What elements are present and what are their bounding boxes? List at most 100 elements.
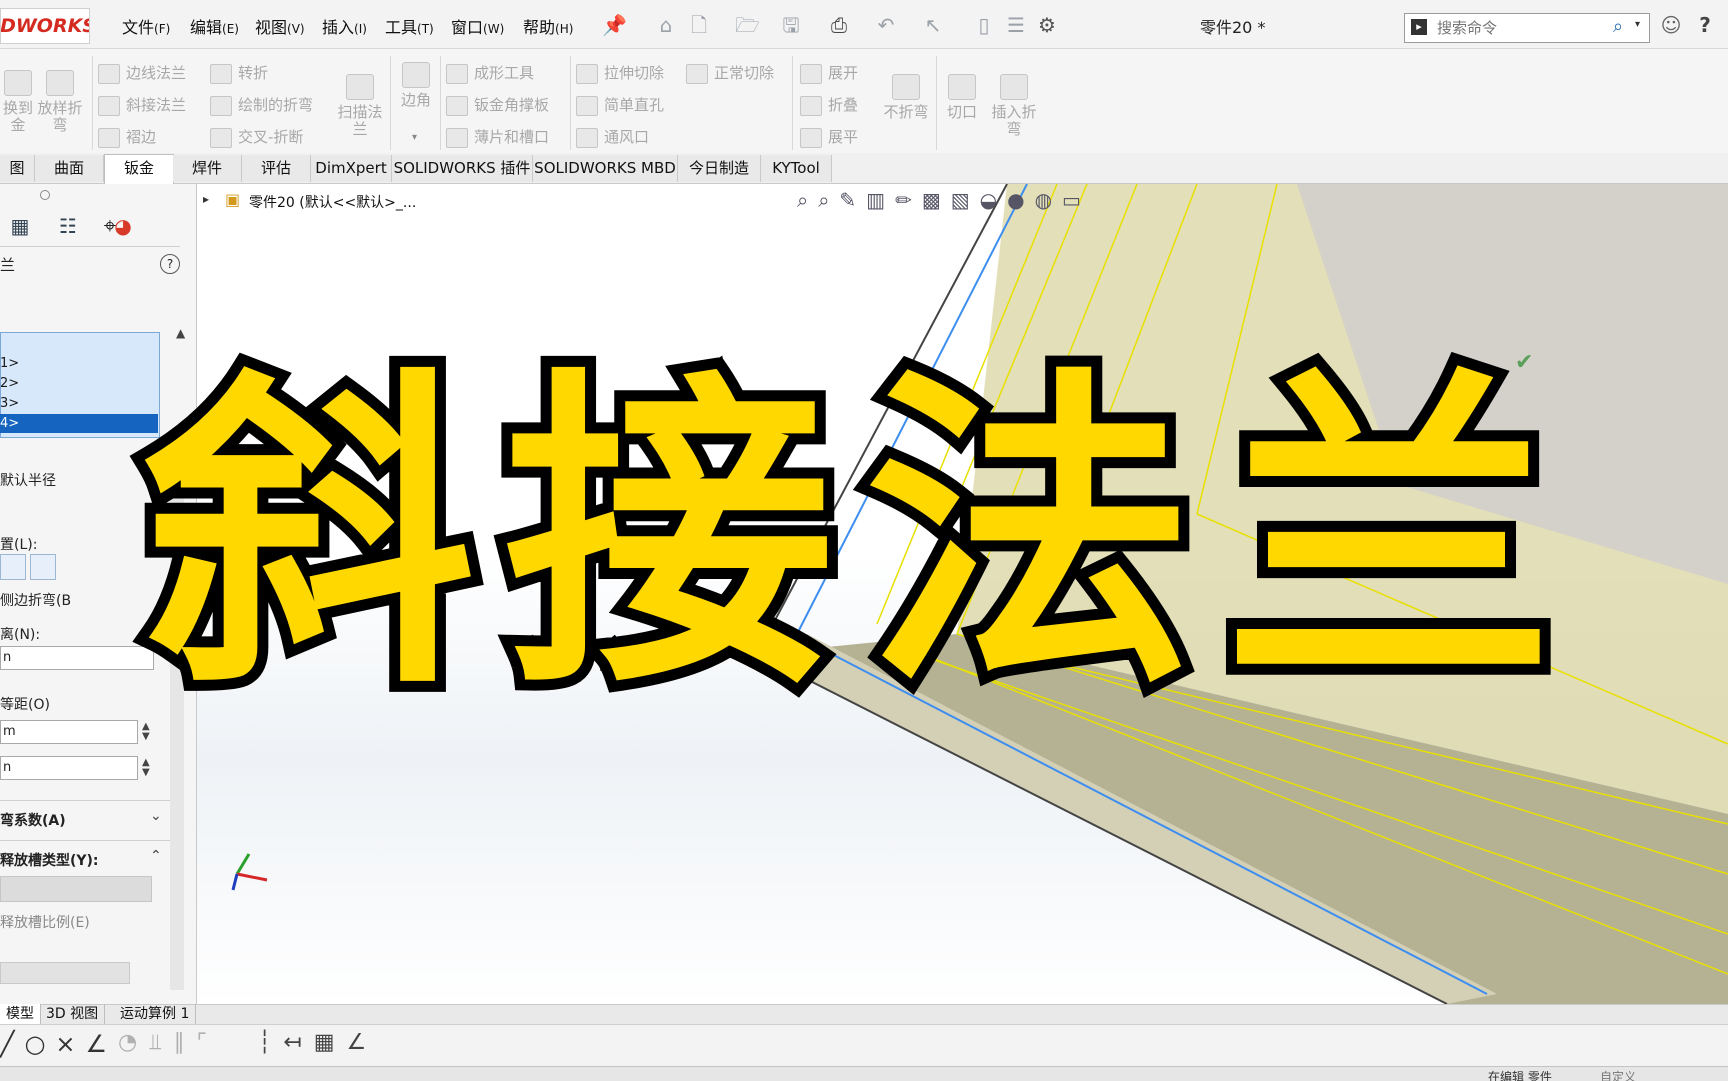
no-bends-button[interactable]: 不折弯 xyxy=(880,74,932,121)
rip-button[interactable]: 切口 xyxy=(942,74,982,121)
cross-break-button[interactable]: 交叉-折断 xyxy=(210,126,303,148)
dimension-icon[interactable]: ┆ xyxy=(258,1030,283,1055)
tab-today-manufacturing[interactable]: 今日制造 xyxy=(678,155,761,182)
tab-solidworks-addins[interactable]: SOLIDWORKS 插件 xyxy=(392,155,533,182)
forming-tool-button[interactable]: 成形工具 xyxy=(446,62,534,84)
unfold-button[interactable]: 展开 xyxy=(800,62,858,84)
print-icon[interactable]: ⎙ xyxy=(828,14,850,36)
zoom-to-fit-icon[interactable]: ⌕ xyxy=(797,188,818,212)
home-icon[interactable]: ⌂ xyxy=(655,14,677,36)
miter-flange-button[interactable]: 斜接法兰 xyxy=(98,94,186,116)
end-offset-field[interactable]: n xyxy=(0,756,138,780)
default-radius-checkbox-label[interactable]: 默认半径 xyxy=(0,470,56,490)
search-icon[interactable]: ⌕ xyxy=(1613,16,1623,37)
tab-motion-study[interactable]: 运动算例 1 xyxy=(114,1004,197,1024)
status-units[interactable]: 自定义 xyxy=(1600,1068,1636,1081)
horizontal-dimension-icon[interactable]: ↤ xyxy=(283,1030,313,1055)
search-box[interactable]: ▸ ⌕ ▾ xyxy=(1404,13,1650,43)
menu-window[interactable]: 窗口(W) xyxy=(451,14,504,38)
start-offset-field[interactable]: m xyxy=(0,720,138,744)
new-document-icon[interactable]: 🗋 xyxy=(688,14,710,36)
spin-stepper-icon[interactable]: ▲ ▼ xyxy=(142,722,150,742)
confirm-checkmark-icon[interactable]: ✔ xyxy=(1515,350,1533,375)
tab-surfaces[interactable]: 曲面 xyxy=(35,155,104,182)
insert-bends-button[interactable]: 插入折弯 xyxy=(986,74,1042,138)
help-icon[interactable]: ? xyxy=(1694,14,1716,36)
tab-solidworks-mbd[interactable]: SOLIDWORKS MBD xyxy=(533,155,678,182)
tab-3d-views[interactable]: 3D 视图 xyxy=(40,1004,106,1024)
appearance-manager-tab-icon[interactable]: ◕ xyxy=(108,214,138,242)
tab-dimxpert[interactable]: DimXpert xyxy=(311,155,392,182)
relief-type-select[interactable] xyxy=(0,876,152,902)
gap-distance-field[interactable]: n xyxy=(0,646,154,670)
help-icon[interactable]: ? xyxy=(160,254,180,274)
dimension-tools[interactable]: ┆↤▦∠ xyxy=(258,1030,378,1055)
tab-weldments[interactable]: 焊件 xyxy=(173,155,242,182)
list-item[interactable]: 2> xyxy=(0,374,158,393)
search-input[interactable] xyxy=(1435,17,1609,39)
feature-tree-root[interactable]: 零件20 (默认<<默认>_... xyxy=(249,192,416,212)
select-cursor-icon[interactable]: ↖ xyxy=(922,14,944,36)
chevron-up-icon[interactable]: ⌃ xyxy=(150,848,162,864)
previous-view-icon[interactable]: ✎ xyxy=(839,188,866,212)
swept-flange-button[interactable]: 扫描法兰 xyxy=(334,74,386,138)
pin-icon[interactable]: 📌 xyxy=(602,14,627,36)
fold-button[interactable]: 折叠 xyxy=(800,94,858,116)
line-icon[interactable]: ╱ xyxy=(0,1030,24,1058)
trim-side-bends-checkbox-label[interactable]: 侧边折弯(B xyxy=(0,590,71,610)
list-item[interactable]: 1> xyxy=(0,354,158,373)
menu-insert[interactable]: 插入(I) xyxy=(322,14,367,38)
rebuild-icon[interactable]: ▯ xyxy=(973,14,995,36)
angle-dimension-icon[interactable]: ∠ xyxy=(346,1030,378,1055)
vent-button[interactable]: 通风口 xyxy=(576,126,649,148)
list-item[interactable]: 3> xyxy=(0,394,158,413)
grid-icon[interactable]: ▦ xyxy=(314,1030,347,1055)
tree-expand-icon[interactable]: ▸ xyxy=(203,192,209,206)
tab-model[interactable]: 模型 xyxy=(0,1004,41,1024)
chevron-down-icon[interactable]: ▾ xyxy=(412,132,417,143)
lofted-bend-button[interactable]: 放样折弯 xyxy=(34,70,86,134)
sketch-tools[interactable]: ╱○⨯∠ xyxy=(0,1030,117,1058)
menu-edit[interactable]: 编辑(E) xyxy=(190,14,239,38)
view-settings-icon[interactable]: ▭ xyxy=(1062,188,1091,212)
material-outside-button[interactable] xyxy=(30,554,56,580)
angle-icon[interactable]: ∠ xyxy=(86,1030,118,1058)
dynamic-annotation-icon[interactable]: ✏ xyxy=(895,188,922,212)
menu-help[interactable]: 帮助(H) xyxy=(523,14,573,38)
zoom-to-area-icon[interactable]: ⌕ xyxy=(818,188,839,212)
normal-cut-button[interactable]: 正常切除 xyxy=(686,62,774,84)
sketched-bend-button[interactable]: 绘制的折弯 xyxy=(210,94,313,116)
simple-hole-button[interactable]: 简单直孔 xyxy=(576,94,664,116)
save-icon[interactable]: 🖫 xyxy=(780,14,802,36)
tab-and-slot-button[interactable]: 薄片和槽口 xyxy=(446,126,549,148)
chevron-down-icon[interactable]: ▾ xyxy=(1635,19,1640,30)
feature-manager-tab-icon[interactable]: ▦ xyxy=(2,214,38,242)
chevron-down-icon[interactable]: ⌄ xyxy=(150,808,162,824)
material-inside-button[interactable] xyxy=(0,554,26,580)
circle-icon[interactable]: ○ xyxy=(24,1030,55,1058)
jog-button[interactable]: 转折 xyxy=(210,62,268,84)
panel-grip-icon[interactable] xyxy=(40,190,50,200)
bend-allowance-group[interactable]: 弯系数(A) xyxy=(0,810,66,830)
user-icon[interactable]: ☺ xyxy=(1660,14,1682,36)
undo-icon[interactable]: ↶ xyxy=(875,14,897,36)
extruded-cut-button[interactable]: 拉伸切除 xyxy=(576,62,664,84)
open-folder-icon[interactable]: 🗁 xyxy=(735,14,760,36)
view-orientation-icon[interactable]: ▩ xyxy=(922,188,951,212)
menu-view[interactable]: 视图(V) xyxy=(255,14,305,38)
list-item-selected[interactable]: 4> xyxy=(0,414,158,433)
tab-features[interactable]: 图 xyxy=(0,155,35,182)
file-properties-icon[interactable]: ☰ xyxy=(1005,14,1027,36)
display-style-icon[interactable]: ▧ xyxy=(951,188,980,212)
menu-file[interactable]: 文件(F) xyxy=(122,14,170,38)
sheet-metal-gusset-button[interactable]: 钣金角撑板 xyxy=(446,94,549,116)
graphics-viewport[interactable]: ▸ ▣ 零件20 (默认<<默认>_... ⌕⌕✎▥✏▩▧◒●◍▭ ✔ ◀ xyxy=(197,184,1728,1004)
menu-tools[interactable]: 工具(T) xyxy=(385,14,434,38)
edge-flange-button[interactable]: 边线法兰 xyxy=(98,62,186,84)
tab-kytool[interactable]: KYTool xyxy=(761,155,832,182)
scroll-up-icon[interactable]: ▲ xyxy=(176,326,185,340)
relief-ratio-field[interactable] xyxy=(0,962,130,984)
flatten-button[interactable]: 展平 xyxy=(800,126,858,148)
heads-up-view-toolbar[interactable]: ⌕⌕✎▥✏▩▧◒●◍▭ xyxy=(797,188,1091,212)
options-gear-icon[interactable]: ⚙ xyxy=(1036,14,1058,36)
